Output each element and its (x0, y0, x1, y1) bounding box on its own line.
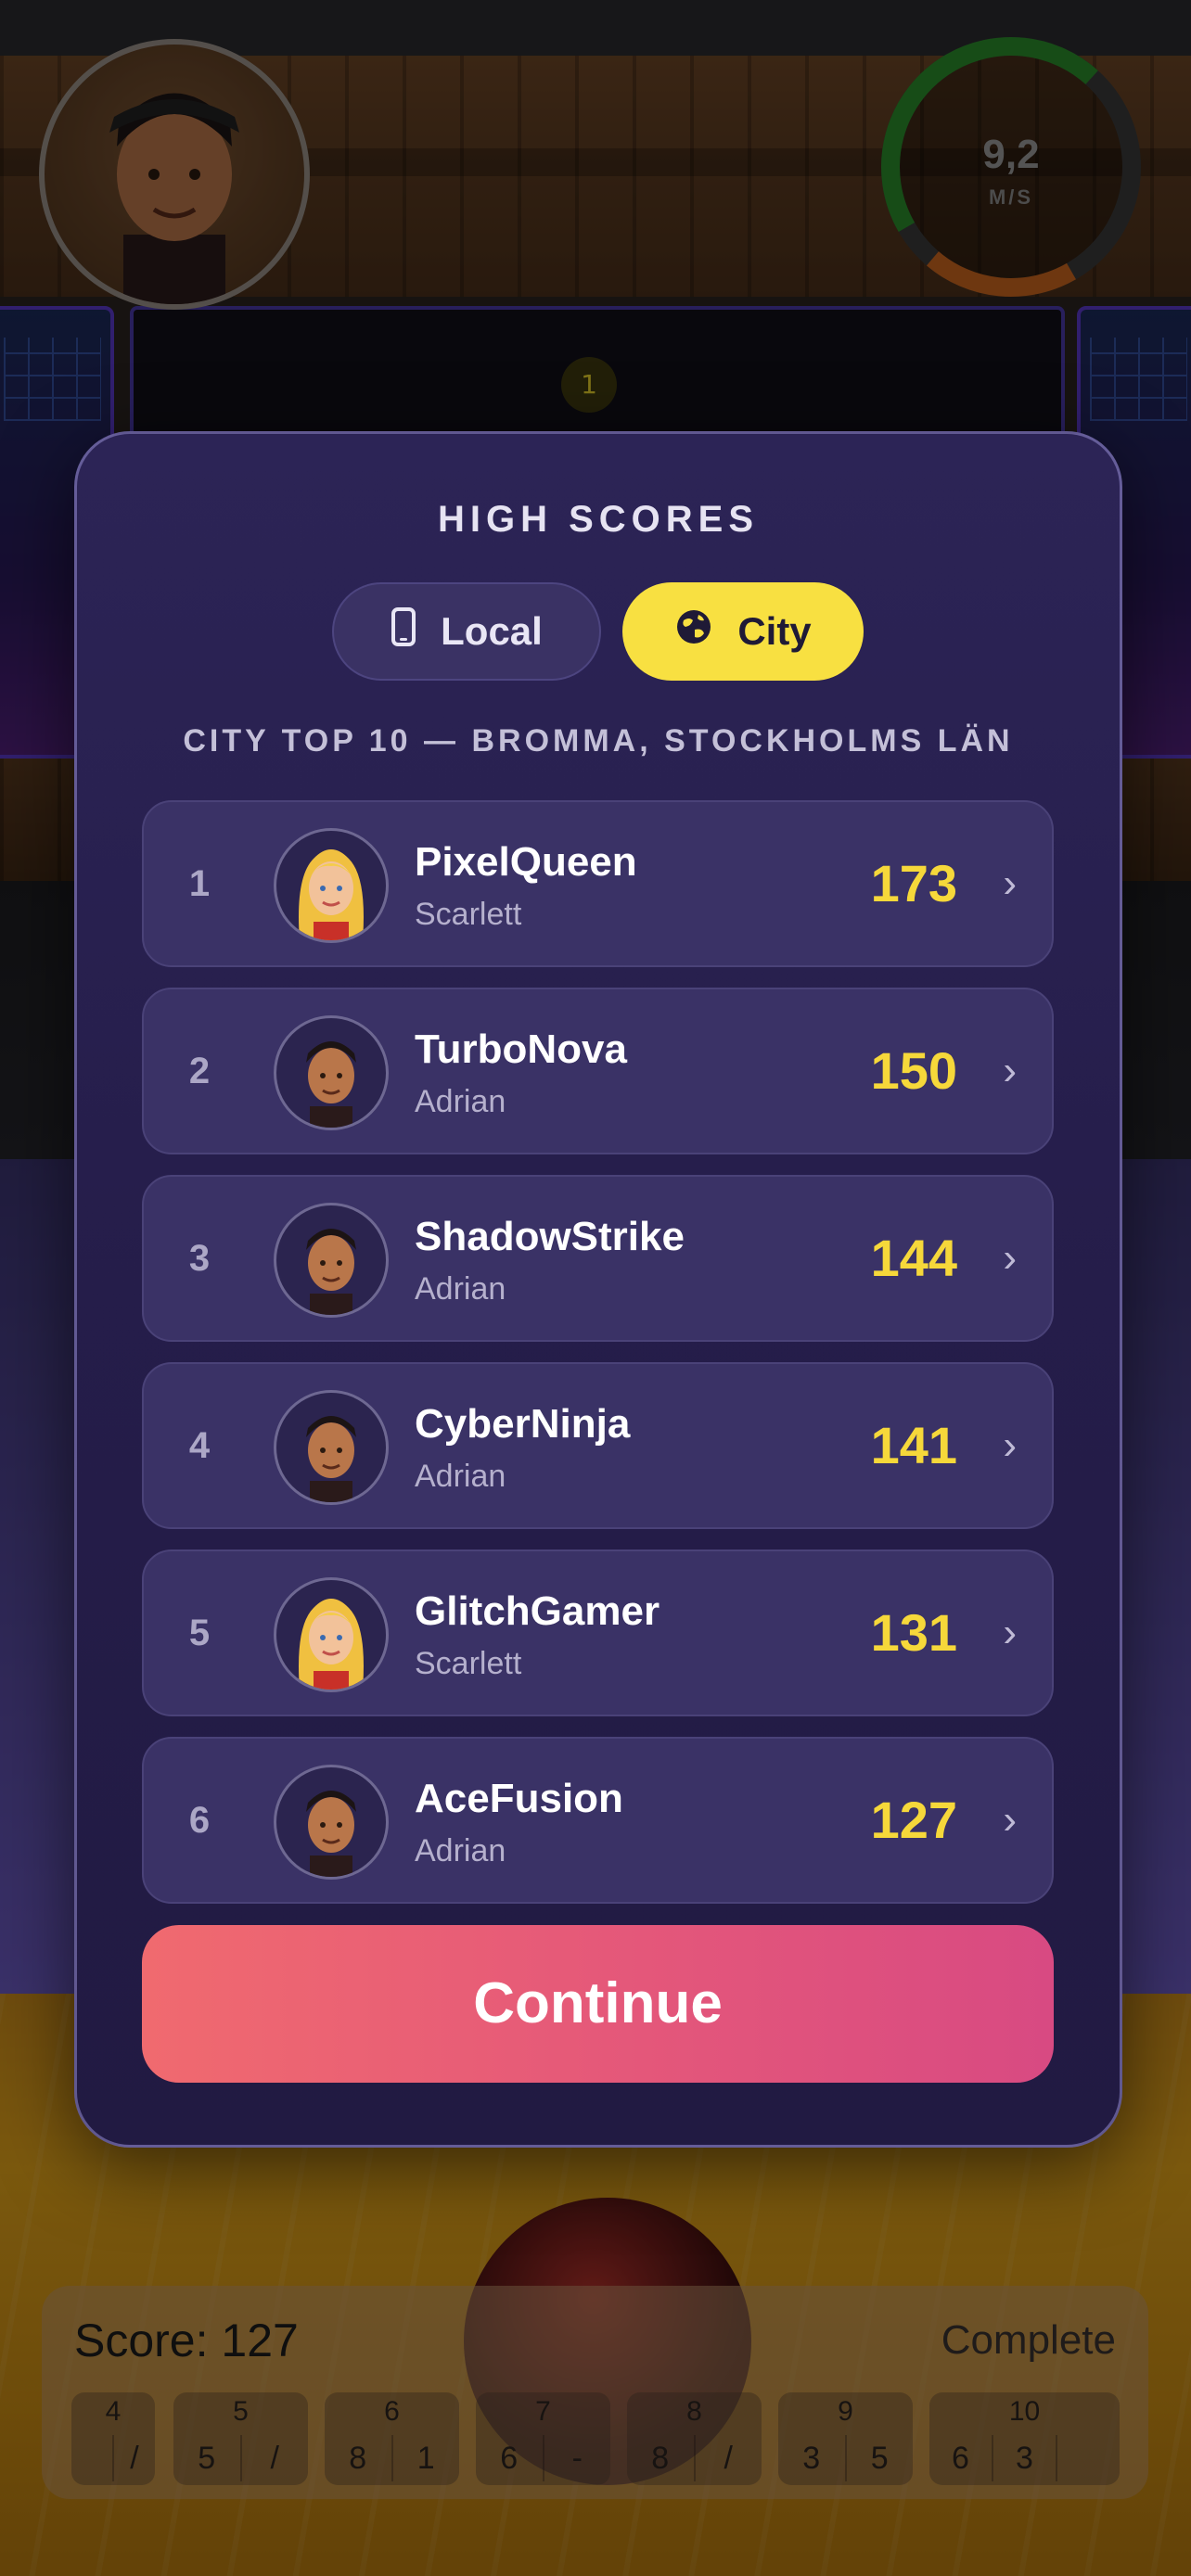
chevron-right-icon: › (1003, 1235, 1017, 1281)
leaderboard-row[interactable]: 3 ShadowStrike Adrian 144 › (142, 1175, 1054, 1342)
player-score: 127 (870, 1791, 957, 1849)
adrian-avatar-icon (274, 1203, 389, 1318)
rank: 5 (188, 1613, 211, 1653)
rank: 6 (188, 1800, 211, 1841)
continue-button[interactable]: Continue (142, 1925, 1054, 2083)
modal-title: HIGH SCORES (437, 499, 760, 540)
leaderboard-subtitle: CITY TOP 10 — BROMMA, STOCKHOLMS LÄN (183, 723, 1014, 759)
chevron-right-icon: › (1003, 861, 1017, 906)
player-character: Adrian (415, 1271, 506, 1307)
globe-icon (674, 607, 713, 656)
adrian-avatar-icon (274, 1390, 389, 1505)
tab-local[interactable]: Local (332, 582, 601, 681)
leaderboard-row[interactable]: 2 TurboNova Adrian 150 › (142, 988, 1054, 1154)
tab-city-label: City (737, 609, 812, 653)
leaderboard-list-continued[interactable]: 4 CyberNinja Adrian 141 › 5 GlitchGamer … (142, 1362, 1056, 1937)
scarlett-avatar-icon (274, 828, 389, 943)
adrian-avatar-icon (274, 1015, 389, 1130)
rank: 3 (188, 1238, 211, 1279)
chevron-right-icon: › (1003, 1610, 1017, 1655)
player-character: Scarlett (415, 897, 522, 932)
rank: 1 (188, 863, 211, 904)
leaderboard-list[interactable]: 1 PixelQueen Scarlett 173 › 2 TurboNova … (142, 800, 1056, 1362)
player-name: AceFusion (415, 1776, 623, 1821)
player-score: 173 (870, 854, 957, 912)
leaderboard-row[interactable]: 4 CyberNinja Adrian 141 › (142, 1362, 1054, 1529)
player-character: Scarlett (415, 1646, 522, 1681)
rank: 4 (188, 1425, 211, 1466)
leaderboard-row[interactable]: 6 AceFusion Adrian 127 › (142, 1737, 1054, 1904)
player-name: PixelQueen (415, 839, 637, 885)
rank: 2 (188, 1051, 211, 1091)
player-name: TurboNova (415, 1027, 627, 1072)
player-character: Adrian (415, 1833, 506, 1868)
player-score: 131 (870, 1603, 957, 1662)
player-score: 150 (870, 1041, 957, 1100)
tab-local-label: Local (441, 609, 543, 653)
leaderboard-row[interactable]: 1 PixelQueen Scarlett 173 › (142, 800, 1054, 967)
player-name: ShadowStrike (415, 1214, 685, 1259)
chevron-right-icon: › (1003, 1048, 1017, 1093)
adrian-avatar-icon (274, 1765, 389, 1880)
player-score: 141 (870, 1416, 957, 1474)
scarlett-avatar-icon (274, 1577, 389, 1692)
leaderboard-row[interactable]: 5 GlitchGamer Scarlett 131 › (142, 1549, 1054, 1716)
chevron-right-icon: › (1003, 1797, 1017, 1843)
high-scores-modal: HIGH SCORES Local City CITY TOP 10 — BRO… (74, 431, 1122, 2148)
player-character: Adrian (415, 1084, 506, 1119)
tab-city[interactable]: City (622, 582, 864, 681)
player-name: GlitchGamer (415, 1588, 660, 1634)
phone-icon (391, 607, 416, 656)
player-score: 144 (870, 1229, 957, 1287)
player-name: CyberNinja (415, 1401, 631, 1447)
chevron-right-icon: › (1003, 1422, 1017, 1468)
player-character: Adrian (415, 1459, 506, 1494)
